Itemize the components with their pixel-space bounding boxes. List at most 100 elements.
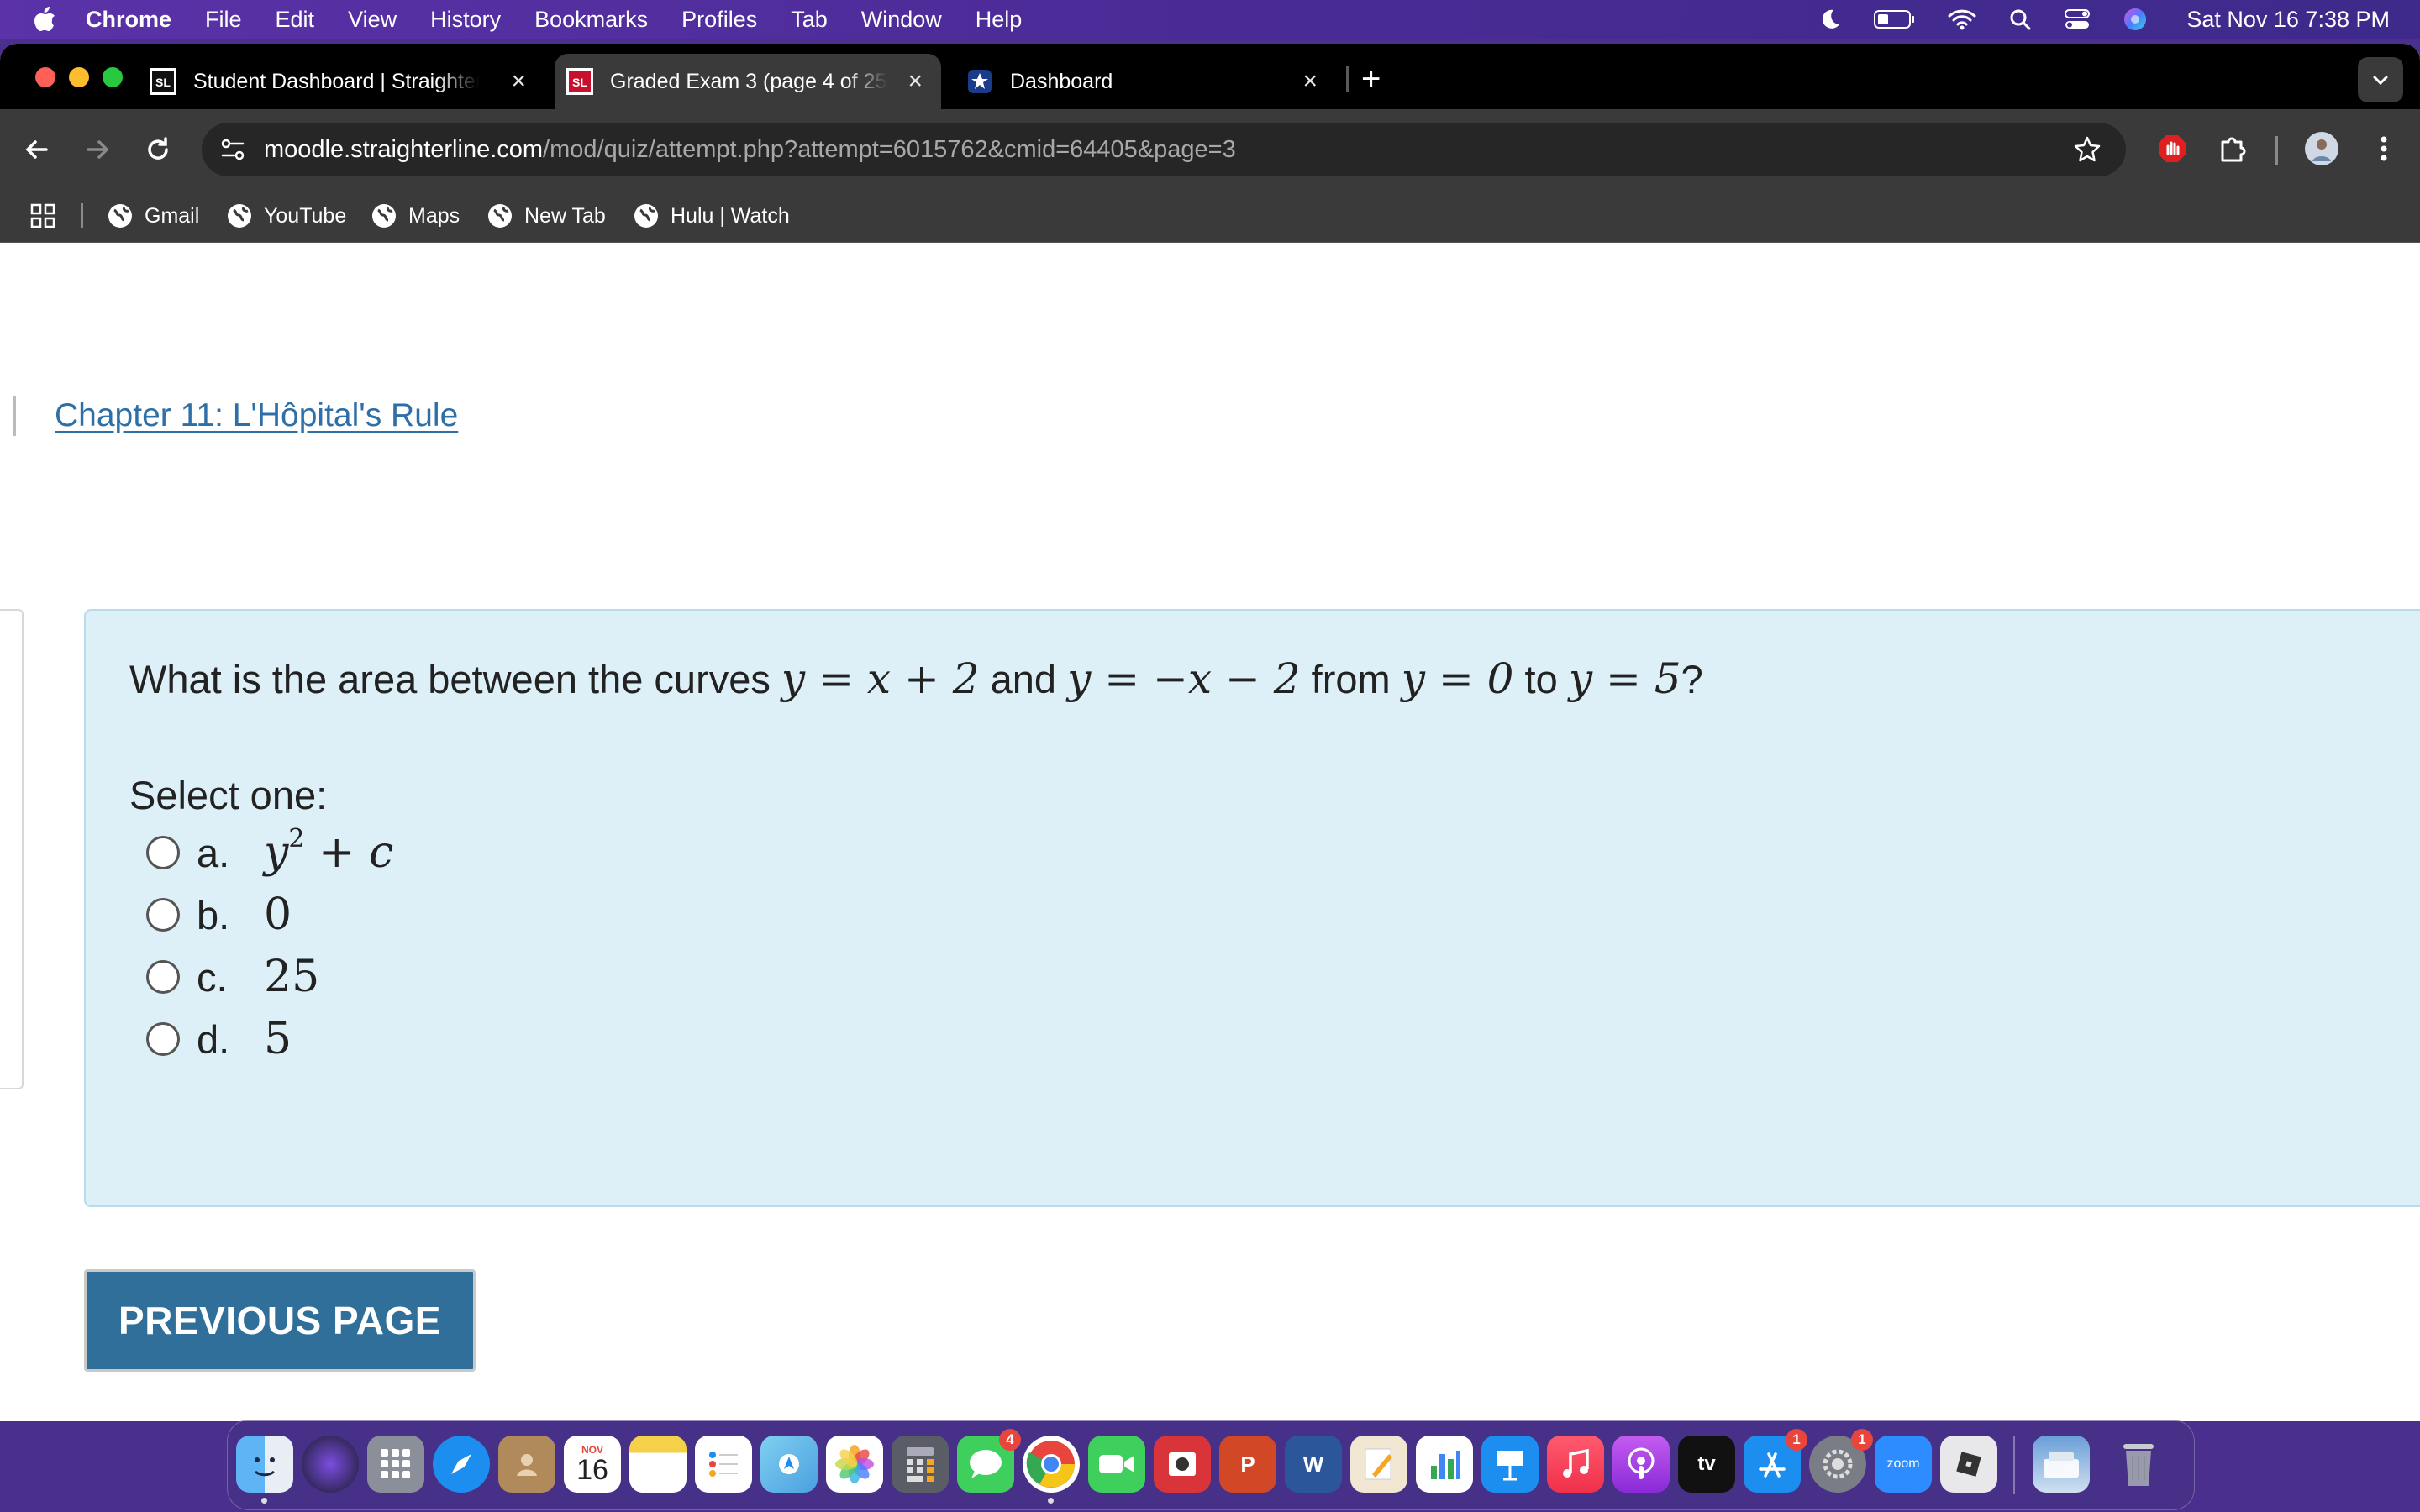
siri-icon[interactable] (2123, 7, 2148, 32)
site-info-icon[interactable] (218, 135, 247, 164)
tab-student-dashboard[interactable]: SL Student Dashboard | StraighterLine × (150, 54, 544, 109)
back-button[interactable] (20, 133, 54, 166)
bookmark-label: New Tab (524, 203, 606, 228)
menu-history[interactable]: History (430, 7, 501, 33)
radio-button[interactable] (146, 836, 180, 869)
notification-badge: 4 (999, 1429, 1021, 1451)
question-box: What is the area between the curves y = … (84, 609, 2420, 1207)
close-window-button[interactable] (35, 67, 55, 87)
straighterline-favicon: SL (566, 68, 593, 95)
menu-file[interactable]: File (205, 7, 242, 33)
finder-icon[interactable] (236, 1436, 293, 1493)
tab-dashboard[interactable]: Dashboard × (966, 54, 1336, 109)
moon-icon[interactable] (1818, 8, 1842, 31)
zoom-icon[interactable]: zoom (1875, 1436, 1932, 1493)
answer-option-a[interactable]: a. y2 + c (146, 824, 393, 879)
extension-adblock-button[interactable] (2151, 128, 2193, 170)
close-tab-icon[interactable]: × (1302, 67, 1318, 96)
bookmark-label: YouTube (264, 203, 347, 228)
radio-button[interactable] (146, 960, 180, 994)
radio-button[interactable] (146, 1022, 180, 1056)
app-store-icon[interactable]: 1 (1744, 1429, 1807, 1493)
launchpad-icon[interactable] (367, 1436, 424, 1493)
minimize-window-button[interactable] (69, 67, 89, 87)
podcasts-icon[interactable] (1612, 1436, 1670, 1493)
globe-icon (488, 204, 512, 228)
contacts-icon[interactable] (498, 1436, 555, 1493)
notes-icon[interactable] (629, 1436, 687, 1493)
math-curve-2: y = −x − 2 (1067, 654, 1301, 703)
tab-strip: SL Student Dashboard | StraighterLine × … (0, 44, 2420, 109)
bookmark-label: Hulu | Watch (671, 203, 790, 228)
reminders-icon[interactable] (695, 1436, 752, 1493)
photos-icon[interactable] (826, 1436, 883, 1493)
menu-bookmarks[interactable]: Bookmarks (534, 7, 648, 33)
calendar-icon[interactable]: NOV 16 (564, 1436, 621, 1493)
maps-icon[interactable] (760, 1436, 818, 1493)
menu-bar-status-area: Sat Nov 16 7:38 PM (1786, 0, 2390, 39)
roblox-icon[interactable] (1940, 1436, 1997, 1493)
menu-window[interactable]: Window (861, 7, 942, 33)
reload-button[interactable] (141, 133, 175, 166)
wifi-icon[interactable] (1948, 8, 1976, 30)
answer-option-d[interactable]: d. 5 (146, 1012, 292, 1066)
battery-icon[interactable] (1874, 8, 1916, 30)
menu-help[interactable]: Help (976, 7, 1023, 33)
profile-avatar-button[interactable] (2301, 128, 2343, 170)
close-tab-icon[interactable]: × (511, 67, 526, 96)
numbers-icon[interactable] (1416, 1436, 1473, 1493)
zoom-window-button[interactable] (103, 67, 123, 87)
apple-tv-icon[interactable]: tv (1678, 1436, 1735, 1493)
apps-button[interactable] (30, 190, 55, 242)
powerpoint-icon[interactable]: P (1219, 1436, 1276, 1493)
radio-button[interactable] (146, 898, 180, 932)
photo-booth-icon[interactable] (1154, 1436, 1211, 1493)
answer-option-b[interactable]: b. 0 (146, 888, 292, 942)
bookmark-new-tab[interactable]: New Tab (487, 190, 606, 242)
bookmark-star-icon[interactable] (2072, 134, 2102, 165)
close-tab-icon[interactable]: × (908, 67, 923, 96)
facetime-icon[interactable] (1088, 1436, 1145, 1493)
tab-graded-exam[interactable]: SL Graded Exam 3 (page 4 of 25) × (555, 54, 941, 109)
forward-arrow-icon (87, 140, 109, 159)
chrome-icon[interactable] (1023, 1436, 1080, 1493)
tab-search-button[interactable] (2358, 57, 2403, 102)
spotlight-search-icon[interactable] (2008, 8, 2032, 31)
tv-label: tv (1697, 1452, 1716, 1475)
safari-icon[interactable] (433, 1436, 490, 1493)
calculator-icon[interactable] (892, 1436, 949, 1493)
answer-option-c[interactable]: c. 25 (146, 950, 319, 1004)
menu-app-name[interactable]: Chrome (86, 7, 171, 33)
forward-button[interactable] (81, 133, 114, 166)
menu-view[interactable]: View (348, 7, 397, 33)
messages-icon[interactable]: 4 (957, 1429, 1021, 1493)
chrome-menu-button[interactable] (2363, 128, 2405, 170)
pages-icon[interactable] (1350, 1436, 1407, 1493)
siri-app-icon[interactable] (302, 1436, 359, 1493)
bookmark-youtube[interactable]: YouTube (227, 190, 346, 242)
music-icon[interactable] (1547, 1436, 1604, 1493)
back-arrow-icon (25, 140, 48, 159)
apple-logo-icon[interactable] (32, 5, 57, 34)
trash-icon[interactable] (2110, 1436, 2167, 1493)
menu-profiles[interactable]: Profiles (681, 7, 757, 33)
bookmark-gmail[interactable]: Gmail (108, 190, 199, 242)
menu-tab[interactable]: Tab (791, 7, 828, 33)
control-center-icon[interactable] (2064, 8, 2091, 31)
tab-title: Graded Exam 3 (page 4 of 25) (610, 69, 887, 93)
bookmark-hulu[interactable]: Hulu | Watch (634, 190, 790, 242)
keynote-icon[interactable] (1481, 1436, 1539, 1493)
menu-bar-clock[interactable]: Sat Nov 16 7:38 PM (2186, 7, 2390, 33)
system-settings-icon[interactable]: 1 (1809, 1429, 1873, 1493)
extensions-button[interactable] (2212, 128, 2254, 170)
straighterline-favicon: SL (150, 68, 176, 95)
menu-edit[interactable]: Edit (276, 7, 315, 33)
downloads-stack-icon[interactable] (2033, 1436, 2090, 1493)
avatar (2305, 132, 2338, 165)
chapter-link[interactable]: Chapter 11: L'Hôpital's Rule (55, 397, 458, 434)
bookmark-maps[interactable]: Maps (371, 190, 460, 242)
address-bar[interactable]: moodle.straighterline.com/mod/quiz/attem… (202, 123, 2126, 176)
new-tab-button[interactable]: + (1361, 62, 1381, 96)
word-icon[interactable]: W (1285, 1436, 1342, 1493)
previous-page-button[interactable]: PREVIOUS PAGE (84, 1269, 476, 1372)
